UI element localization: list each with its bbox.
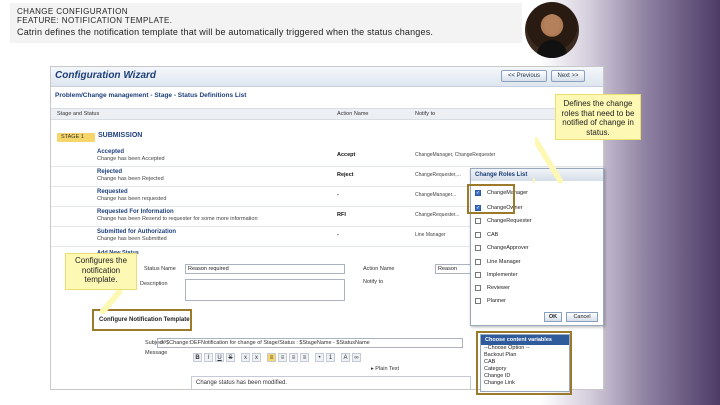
message-label: Message <box>145 350 168 356</box>
status-desc: Change has been Resend to requester for … <box>97 216 258 222</box>
plain-text-label: Plain Text <box>375 366 400 372</box>
italic-icon[interactable]: I <box>204 353 213 362</box>
highlight-roles <box>467 184 515 214</box>
checkbox[interactable] <box>475 231 481 238</box>
role-label: Line Manager <box>487 259 521 265</box>
font-color-icon[interactable]: A <box>341 353 350 362</box>
callout-pointer <box>533 137 563 183</box>
previous-button[interactable]: << Previous <box>501 70 547 82</box>
col-stage-status: Stage and Status <box>57 111 100 117</box>
wizard-title: Configuration Wizard <box>55 70 157 81</box>
header-title: CHANGE CONFIGURATION <box>17 7 128 16</box>
checkbox[interactable] <box>475 244 481 251</box>
status-desc: Change has been Accepted <box>97 156 165 162</box>
status-action: - <box>337 192 339 198</box>
status-title[interactable]: Rejected <box>97 169 122 175</box>
avatar-body <box>537 40 567 58</box>
role-item[interactable]: Implementer <box>475 270 518 280</box>
status-title[interactable]: Submitted for Authorization <box>97 229 176 235</box>
strikethrough-icon[interactable]: S <box>226 353 235 362</box>
message-editor[interactable]: Change status has been modified. <box>191 376 471 389</box>
highlight-content-variables <box>476 331 572 395</box>
bold-icon[interactable]: B <box>193 353 202 362</box>
ok-button[interactable]: OK <box>544 312 562 322</box>
status-notify: ChangeRequester,... <box>415 172 461 178</box>
justify-icon[interactable]: ≡ <box>300 353 309 362</box>
role-item[interactable]: Line Manager <box>475 257 521 267</box>
checkbox[interactable] <box>475 258 481 265</box>
status-notify: ChangeManager... <box>415 192 457 198</box>
role-label: Implementer <box>487 272 518 278</box>
role-label: Planner <box>487 298 506 304</box>
role-label: Reviewer <box>487 285 510 291</box>
checkbox[interactable] <box>475 217 481 224</box>
table-row[interactable]: Accepted Change has been Accepted Accept… <box>51 147 603 167</box>
role-item[interactable]: ChangeApprover <box>475 243 529 253</box>
status-name-input[interactable]: Reason required <box>185 264 345 274</box>
status-action: Accept <box>337 152 356 158</box>
wizard-title-bar: Configuration Wizard << Previous Next >> <box>51 67 603 87</box>
checkbox[interactable] <box>475 271 481 278</box>
role-item[interactable]: Reviewer <box>475 283 510 293</box>
status-name-label: Status Name <box>144 266 176 272</box>
underline-icon[interactable]: U <box>215 353 224 362</box>
status-desc: Change has been requested <box>97 196 167 202</box>
role-item[interactable]: ChangeRequester <box>475 216 532 226</box>
bullet-list-icon[interactable]: • <box>315 353 324 362</box>
status-notify: Line Manager <box>415 232 446 238</box>
breadcrumb: Problem/Change management - Stage - Stat… <box>55 92 247 99</box>
callout-pointer <box>100 288 122 314</box>
checkbox[interactable] <box>475 284 481 291</box>
action-name-label: Action Name <box>363 266 395 272</box>
status-notify: ChangeRequester... <box>415 212 460 218</box>
status-action: Reject <box>337 172 354 178</box>
slide-header: CHANGE CONFIGURATION FEATURE: NOTIFICATI… <box>10 3 522 43</box>
table-header: Stage and Status Action Name Notify to <box>51 108 603 120</box>
role-item[interactable]: CAB <box>475 230 498 240</box>
presenter-avatar <box>525 2 579 58</box>
status-action: - <box>337 232 339 238</box>
header-description: Catrin defines the notification template… <box>17 27 434 37</box>
callout-roles: Defines the change roles that need to be… <box>555 94 641 140</box>
status-notify: ChangeManager, ChangeRequester <box>415 152 496 158</box>
editor-toolbar: B I U S x x ≡ ≡ ≡ ≡ • 1 A ∞ <box>193 353 413 363</box>
link-icon[interactable]: ∞ <box>352 353 361 362</box>
status-action: RFI <box>337 212 346 218</box>
next-button[interactable]: Next >> <box>551 70 585 82</box>
col-notify-to: Notify to <box>415 111 436 117</box>
callout-template: Configures the notification template. <box>65 253 137 290</box>
status-desc: Change has been Submitted <box>97 236 167 242</box>
description-label: Description <box>140 281 168 287</box>
stage-title: SUBMISSION <box>98 132 143 139</box>
role-label: CAB <box>487 232 499 238</box>
status-desc: Change has been Rejected <box>97 176 164 182</box>
role-item[interactable]: Planner <box>475 296 506 306</box>
description-textarea[interactable] <box>185 279 345 301</box>
status-title[interactable]: Accepted <box>97 149 124 155</box>
align-left-icon[interactable]: ≡ <box>267 353 276 362</box>
status-title[interactable]: Requested <box>97 189 128 195</box>
avatar-face <box>544 14 560 34</box>
notify-to-label: Notify to <box>363 279 384 285</box>
role-label: ChangeApprover <box>487 245 529 251</box>
stage-badge: STAGE 1 <box>57 133 95 142</box>
align-center-icon[interactable]: ≡ <box>278 353 287 362</box>
status-title[interactable]: Requested For Information <box>97 209 174 215</box>
subscript-icon[interactable]: x <box>241 353 250 362</box>
number-list-icon[interactable]: 1 <box>326 353 335 362</box>
align-right-icon[interactable]: ≡ <box>289 353 298 362</box>
subject-input[interactable]: ##$Change:DEFNotification for change of … <box>157 338 463 348</box>
col-action-name: Action Name <box>337 111 369 117</box>
action-name-input[interactable]: Reason <box>435 264 475 274</box>
cancel-button[interactable]: Cancel <box>566 312 598 322</box>
header-feature: FEATURE: NOTIFICATION TEMPLATE. <box>17 16 173 25</box>
plain-text-toggle[interactable]: ▸ Plain Text <box>371 366 399 372</box>
superscript-icon[interactable]: x <box>252 353 261 362</box>
checkbox[interactable] <box>475 297 481 304</box>
role-label: ChangeRequester <box>487 218 532 224</box>
